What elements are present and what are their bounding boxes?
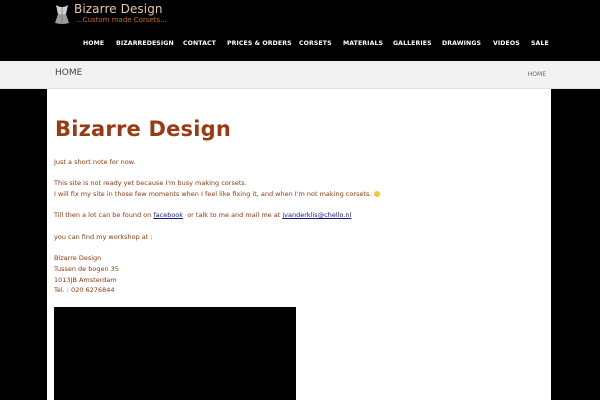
site-title[interactable]: Bizarre Design: [74, 2, 163, 16]
facebook-link[interactable]: facebook: [153, 211, 183, 219]
corset-logo-icon[interactable]: [53, 3, 71, 25]
nav-galleries[interactable]: GALLERIES: [393, 40, 432, 47]
site-tagline: ...Custom made Corsets...: [76, 16, 167, 24]
address-name: Bizarre Design: [54, 254, 102, 262]
status-note: This site is not ready yet because I'm b…: [54, 179, 247, 187]
nav-videos[interactable]: VIDEOS: [493, 40, 520, 47]
smiley-icon: [374, 191, 381, 197]
address-city: 1013JB Amsterdam: [54, 276, 117, 284]
nav-corsets[interactable]: CORSETS: [299, 40, 332, 47]
fix-note-text: I will fix my site in those few moments …: [54, 190, 372, 198]
contact-note-middle: or talk to me and mail me at: [183, 211, 281, 219]
workshop-note: you can find my workshop at :: [54, 233, 153, 241]
nav-home[interactable]: HOME: [83, 40, 104, 47]
page-heading: Bizarre Design: [55, 117, 232, 141]
embedded-video[interactable]: [54, 307, 296, 400]
nav-drawings[interactable]: DRAWINGS: [442, 40, 481, 47]
nav-sale[interactable]: SALE: [531, 40, 549, 47]
contact-note-prefix: Till then a lot can be found on: [54, 211, 152, 219]
email-link[interactable]: jvanderklis@chello.nl: [282, 211, 351, 219]
breadcrumb-home-link[interactable]: HOME: [528, 71, 546, 78]
main-content: Bizarre Design Just a short note for now…: [47, 89, 551, 400]
main-navigation: HOME BIZARREDESIGN CONTACT PRICES & ORDE…: [0, 40, 600, 52]
address-street: Tussen de bogen 35: [54, 265, 119, 273]
nav-materials[interactable]: MATERIALS: [343, 40, 383, 47]
address-phone: Tel. : 020 6276844: [54, 286, 115, 294]
nav-prices-orders[interactable]: PRICES & ORDERS: [227, 40, 292, 47]
page-title: HOME: [55, 68, 83, 78]
nav-bizarredesign[interactable]: BIZARREDESIGN: [116, 40, 174, 47]
intro-note: Just a short note for now.: [54, 158, 136, 166]
breadcrumb-bar: HOME HOME: [0, 61, 600, 89]
site-header: Bizarre Design ...Custom made Corsets...…: [0, 0, 600, 61]
contact-note: Till then a lot can be found on facebook…: [54, 211, 351, 219]
fix-note: I will fix my site in those few moments …: [54, 190, 381, 198]
nav-contact[interactable]: CONTACT: [183, 40, 216, 47]
